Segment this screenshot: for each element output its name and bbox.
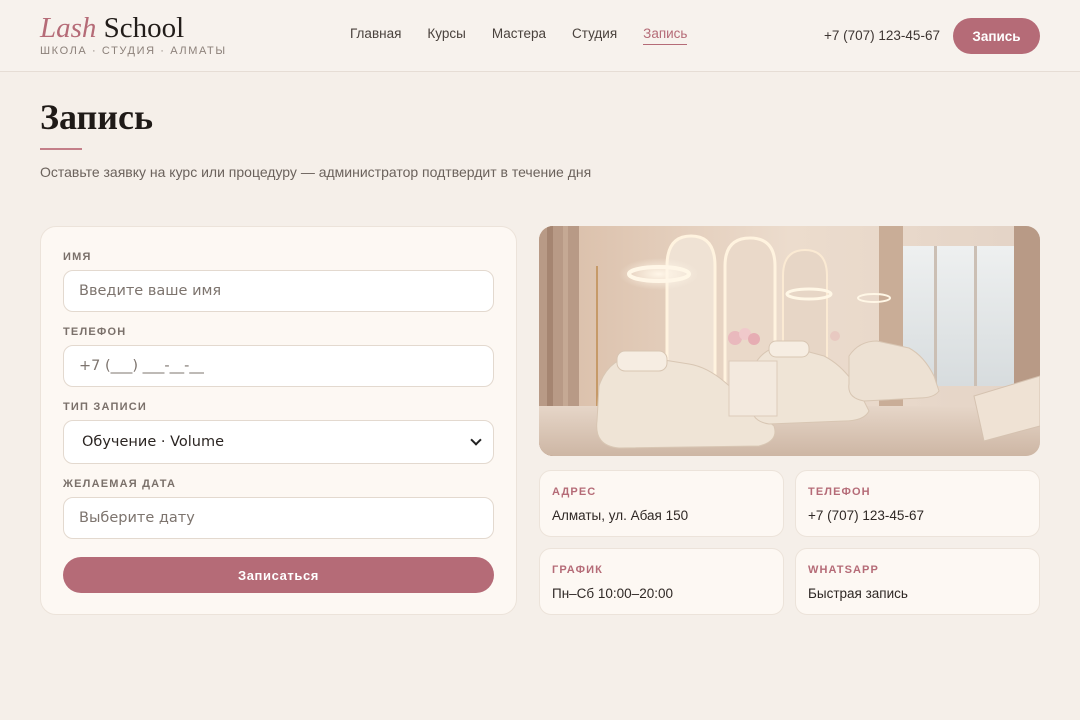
nav-booking[interactable]: Запись xyxy=(643,26,688,45)
nav-studio[interactable]: Студия xyxy=(572,26,617,45)
date-input[interactable]: Выберите дату xyxy=(63,497,494,539)
info-card-address: АДРЕС Алматы, ул. Абая 150 xyxy=(539,470,784,537)
whatsapp-value[interactable]: Быстрая запись xyxy=(808,586,908,601)
address-label: АДРЕС xyxy=(552,486,597,498)
name-label: ИМЯ xyxy=(63,251,92,263)
logo-accent: Lash xyxy=(40,12,97,44)
info-card-whatsapp[interactable]: WHATSAPP Быстрая запись xyxy=(795,548,1040,615)
nav-courses[interactable]: Курсы xyxy=(427,26,465,45)
nav-masters[interactable]: Мастера xyxy=(492,26,546,45)
page-description: Оставьте заявку на курс или процедуру — … xyxy=(40,164,592,180)
phone-info-value[interactable]: +7 (707) 123-45-67 xyxy=(808,508,924,523)
date-placeholder: Выберите дату xyxy=(79,510,195,526)
studio-photo xyxy=(539,226,1040,456)
title-underline xyxy=(40,148,82,150)
phone-info-label: ТЕЛЕФОН xyxy=(808,486,871,498)
schedule-label: ГРАФИК xyxy=(552,564,603,576)
address-value: Алматы, ул. Абая 150 xyxy=(552,508,689,523)
phone-input[interactable]: +7 (___) ___-__-__ xyxy=(63,345,494,387)
info-card-phone: ТЕЛЕФОН +7 (707) 123-45-67 xyxy=(795,470,1040,537)
name-input[interactable]: Введите ваше имя xyxy=(63,270,494,312)
page-title: Запись xyxy=(40,97,154,137)
whatsapp-label: WHATSAPP xyxy=(808,564,879,576)
logo[interactable]: Lash School ШКОЛА · СТУДИЯ · АЛМАТЫ xyxy=(40,12,227,57)
phone-placeholder: +7 (___) ___-__-__ xyxy=(79,358,204,374)
submit-button[interactable]: Записаться xyxy=(63,557,494,593)
header-phone[interactable]: +7 (707) 123-45-67 xyxy=(824,28,940,43)
phone-label: ТЕЛЕФОН xyxy=(63,326,127,338)
main-nav: Главная Курсы Мастера Студия Запись xyxy=(350,26,713,45)
logo-title: Lash School xyxy=(40,12,227,44)
studio-photo-illustration xyxy=(539,226,1040,456)
schedule-value: Пн–Сб 10:00–20:00 xyxy=(552,586,673,601)
booking-type-select[interactable]: Обучение · Volume xyxy=(63,420,494,464)
name-placeholder: Введите ваше имя xyxy=(79,283,222,299)
logo-main: School xyxy=(103,12,185,44)
booking-type-value: Обучение · Volume xyxy=(82,434,225,450)
date-label: ЖЕЛАЕМАЯ ДАТА xyxy=(63,478,177,490)
nav-home[interactable]: Главная xyxy=(350,26,401,45)
info-card-schedule: ГРАФИК Пн–Сб 10:00–20:00 xyxy=(539,548,784,615)
type-label: ТИП ЗАПИСИ xyxy=(63,401,147,413)
header-booking-button[interactable]: Запись xyxy=(953,18,1040,54)
booking-form: ИМЯ Введите ваше имя ТЕЛЕФОН +7 (___) __… xyxy=(40,226,517,615)
logo-subtitle: ШКОЛА · СТУДИЯ · АЛМАТЫ xyxy=(40,45,227,57)
chevron-down-icon xyxy=(470,434,482,446)
site-header: Lash School ШКОЛА · СТУДИЯ · АЛМАТЫ Глав… xyxy=(0,0,1080,72)
